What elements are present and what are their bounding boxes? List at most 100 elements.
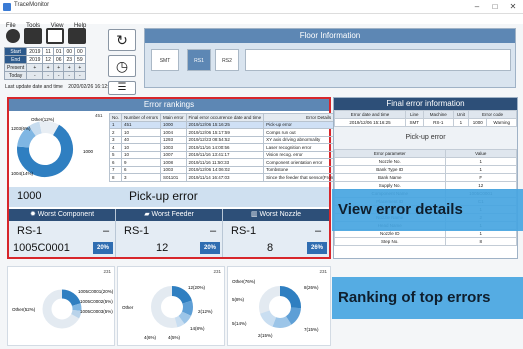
chart-count: 231 — [319, 269, 327, 274]
chart-label: 4(5%) — [168, 335, 181, 340]
chart-count: 231 — [213, 269, 221, 274]
decrement-button[interactable]: - — [74, 71, 86, 80]
month-field[interactable]: 11 — [42, 47, 54, 56]
worst-feeder-title: Worst Feeder — [151, 211, 194, 218]
floor-information-panel: Floor Information SMT RS1 RS2 — [144, 28, 516, 88]
table-cell: 2019/12/06 14:06:02 — [185, 165, 265, 174]
chart-label: Other — [122, 305, 134, 310]
table-cell: 1293 — [160, 135, 187, 144]
refresh-icon: ↻ — [116, 32, 128, 48]
col-header: Main error — [160, 113, 187, 122]
error-rankings-title: Error rankings — [9, 99, 329, 111]
worst-feeder-pct: 20% — [200, 242, 220, 254]
table-cell: 3 — [121, 173, 162, 182]
table-cell: 8 — [108, 173, 123, 182]
minute-field[interactable]: 59 — [74, 55, 86, 64]
minute-field[interactable]: 00 — [74, 47, 86, 56]
param-name: Nozzle No. — [334, 157, 446, 166]
increment-button[interactable]: + — [74, 63, 86, 72]
param-value: F — [444, 173, 517, 182]
worst-nozzle-box[interactable]: ▥ Worst Nozzle RS-1 – 8 26% — [223, 209, 329, 257]
chart-label: 1005C0003(5%) — [80, 309, 113, 314]
table-cell: 6 — [121, 165, 162, 174]
table-cell: 2019/11/16 14:00:56 — [185, 143, 265, 152]
component-pie-chart: Other(52%) 1005C0001(20%) 1005C0002(5%) … — [12, 289, 114, 329]
chart-label: 7(15%) — [304, 327, 319, 332]
pie-label: Other(12%) — [31, 117, 55, 122]
title-bar: TraceMonitor – □ ✕ — [0, 0, 523, 14]
window-title: TraceMonitor — [14, 2, 50, 8]
table-cell: 2019/11/16 11:50:33 — [185, 158, 265, 167]
floor-button-rs1[interactable]: RS1 — [187, 49, 211, 71]
day-field[interactable]: 06 — [52, 55, 65, 64]
hour-field[interactable]: 23 — [63, 55, 76, 64]
col-header: No. — [108, 113, 123, 122]
increment-button[interactable]: + — [42, 63, 54, 72]
app-window: TraceMonitor – □ ✕ File Tools View Help … — [0, 0, 523, 349]
col-header: Line — [404, 110, 424, 119]
table-cell: 1003 — [160, 165, 187, 174]
refresh-button[interactable]: ↻ — [108, 29, 136, 51]
menu-file[interactable]: File — [6, 23, 16, 29]
decrement-button[interactable]: - — [42, 71, 54, 80]
close-button[interactable]: ✕ — [504, 0, 522, 14]
worst-feeder-dash: – — [210, 225, 217, 237]
feeder-chart-box: 231 Other 12(20%) 2(12%) 14(8%) 4(6%) 4(… — [117, 266, 225, 346]
list-button[interactable]: ☰ — [108, 81, 136, 95]
decrement-button[interactable]: - — [63, 71, 76, 80]
chart-label: 5(8%) — [232, 297, 245, 302]
param-row: Step No. 8 — [334, 237, 517, 246]
cell: 2019/12/06 15:16:25 — [334, 118, 406, 127]
floor-button-rs2[interactable]: RS2 — [215, 49, 239, 71]
table-cell: 9 — [121, 158, 162, 167]
app-icon — [3, 3, 11, 11]
grid-icon[interactable] — [46, 28, 64, 44]
year-field[interactable]: 2019 — [26, 47, 44, 56]
chart-label: 8(26%) — [304, 285, 319, 290]
final-error-table: Error date and time Line Machine Unit Er… — [334, 110, 518, 127]
param-value: 1 — [444, 157, 517, 166]
final-error-title: Final error information — [334, 98, 517, 110]
cell: Warning — [486, 118, 517, 127]
decrement-button[interactable]: - — [52, 71, 65, 80]
table-cell: 2019/12/06 15:16:25 — [185, 120, 265, 129]
table-cell: 1 — [108, 120, 123, 129]
increment-button[interactable]: + — [52, 63, 65, 72]
machine-icon[interactable] — [24, 28, 42, 44]
chart-label: 1005C0002(5%) — [80, 299, 113, 304]
worst-component-title: Worst Component — [37, 211, 95, 218]
maximize-button[interactable]: □ — [486, 0, 504, 14]
chart-label: 5(14%) — [232, 321, 247, 326]
last-update-label: Last update date and time — [5, 84, 63, 90]
printer-icon[interactable] — [68, 28, 86, 44]
worst-component-box[interactable]: ✹ Worst Component RS-1 – 1005C0001 20% — [9, 209, 116, 257]
table-cell: 1008 — [160, 158, 187, 167]
list-icon: ☰ — [117, 82, 127, 93]
hour-field[interactable]: 00 — [63, 47, 76, 56]
row-label: Today — [3, 71, 28, 80]
chart-label: 2(15%) — [258, 333, 273, 338]
table-cell: 2019/12/06 15:17:59 — [185, 128, 265, 137]
increment-button[interactable]: + — [63, 63, 76, 72]
row-label: Start — [3, 47, 28, 56]
chart-label: 1005C0001(20%) — [78, 289, 114, 294]
col-header: Value — [444, 149, 517, 158]
year-field[interactable]: 2019 — [26, 55, 44, 64]
decrement-button[interactable]: - — [26, 71, 44, 80]
floor-button-smt[interactable]: SMT — [151, 49, 179, 71]
chart-label: 14(8%) — [190, 326, 205, 331]
chart-label: Other(76%) — [232, 279, 256, 284]
param-value: 1 — [444, 165, 517, 174]
worst-nozzle-pct: 26% — [307, 242, 327, 254]
minimize-button[interactable]: – — [468, 0, 486, 14]
chart-label: 4(6%) — [144, 335, 157, 340]
day-field[interactable]: 01 — [52, 47, 65, 56]
increment-button[interactable]: + — [26, 63, 44, 72]
worst-feeder-box[interactable]: ▰ Worst Feeder RS-1 – 12 20% — [116, 209, 223, 257]
col-header: Error parameter — [334, 149, 446, 158]
clock-button[interactable]: ◷ — [108, 55, 136, 77]
month-field[interactable]: 12 — [42, 55, 54, 64]
error-pie-chart: Other(12%) 1203(6%) 1004(14%) 1000 — [11, 117, 94, 177]
nozzle-pie-chart: Other(76%) 8(26%) 5(8%) 5(14%) 2(15%) 7(… — [232, 279, 319, 338]
settings-icon[interactable] — [6, 29, 20, 43]
